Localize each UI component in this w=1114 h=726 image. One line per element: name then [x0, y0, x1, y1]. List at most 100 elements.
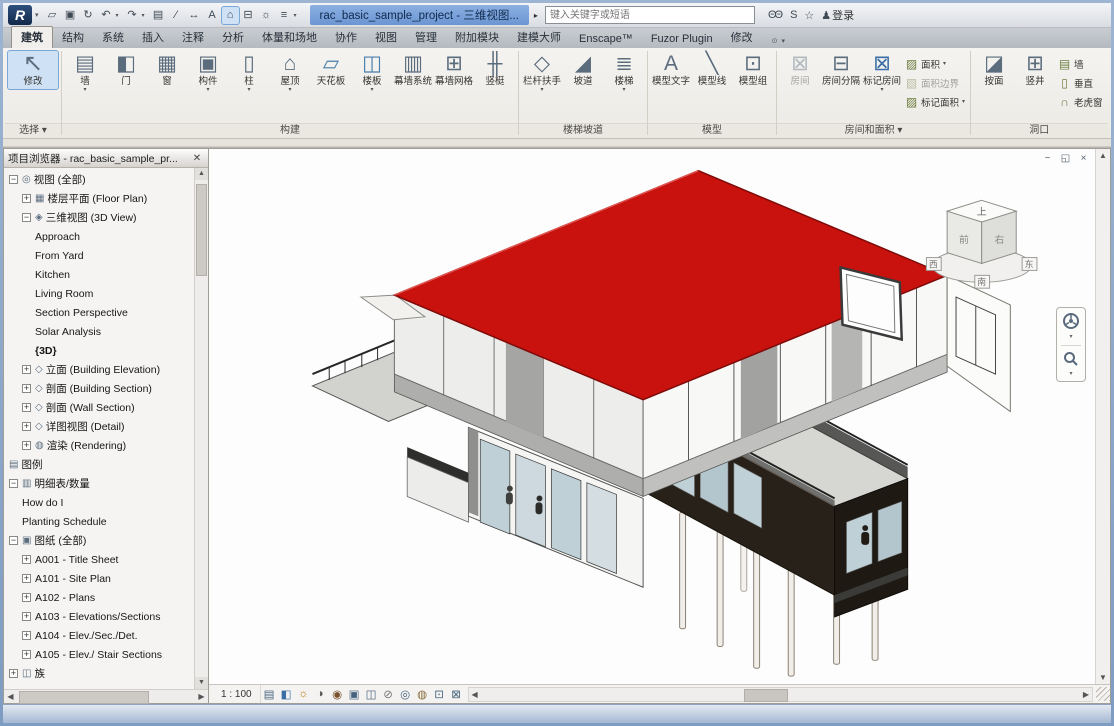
ribbon-button-floor[interactable]: ◫楼板▾ [352, 51, 392, 94]
tree-item[interactable]: −◎视图 (全部) [4, 170, 194, 189]
crop-region-icon[interactable]: ◫ [363, 687, 380, 701]
tree-item[interactable]: From Yard [4, 246, 194, 265]
help-search-input[interactable] [545, 6, 755, 24]
ribbon-button-dormer[interactable]: ∩老虎窗 [1056, 92, 1105, 111]
tree-item[interactable]: Section Perspective [4, 303, 194, 322]
expand-icon[interactable]: + [22, 365, 31, 374]
communication-center-icon[interactable]: S [790, 9, 795, 21]
scroll-down-icon[interactable]: ▼ [1096, 671, 1110, 684]
tab-建模大师[interactable]: 建模大师 [508, 27, 570, 48]
scroll-track[interactable] [195, 180, 208, 677]
close-view-icon[interactable]: × [1077, 152, 1090, 165]
scroll-up-icon[interactable]: ▲ [195, 168, 208, 180]
scroll-track[interactable] [481, 689, 1080, 700]
canvas-hscrollbar[interactable]: ◀ ▶ [468, 687, 1093, 702]
tree-item[interactable]: Kitchen [4, 265, 194, 284]
ribbon-button-tag-room[interactable]: ⊠标记房间▾ [862, 51, 902, 94]
tree-item[interactable]: +◇剖面 (Building Section) [4, 379, 194, 398]
ribbon-button-room[interactable]: ⊠房间 [780, 51, 820, 89]
tree-item[interactable]: Living Room [4, 284, 194, 303]
crop-view-icon[interactable]: ▣ [346, 687, 363, 701]
ribbon-button-curtain-grid[interactable]: ⊞幕墙网格 [434, 51, 474, 89]
tree-item[interactable]: −▣图纸 (全部) [4, 531, 194, 550]
tree-item[interactable]: +A104 - Elev./Sec./Det. [4, 626, 194, 645]
project-browser-hscrollbar[interactable]: ◀ ▶ [4, 689, 208, 703]
ribbon-button-shaft[interactable]: ⊞竖井 [1015, 51, 1055, 89]
application-menu-dropdown-icon[interactable]: ▾ [35, 11, 39, 19]
tree-item[interactable]: Planting Schedule [4, 512, 194, 531]
tab-管理[interactable]: 管理 [406, 27, 446, 48]
sign-in-button[interactable]: 登录 [832, 7, 854, 23]
ribbon-button-ramp[interactable]: ◢坡道 [563, 51, 603, 89]
tree-item[interactable]: Approach [4, 227, 194, 246]
ribbon-button-component[interactable]: ▣构件▾ [188, 51, 228, 94]
ribbon-button-room-separator[interactable]: ⊟房间分隔 [821, 51, 861, 89]
ribbon-options-icon[interactable]: ⊙ [772, 37, 778, 45]
expand-icon[interactable]: + [22, 422, 31, 431]
ribbon-button-model-line[interactable]: ╲模型线 [692, 51, 732, 89]
rendering-dialog-icon[interactable]: ◉ [329, 687, 346, 701]
expand-icon[interactable]: + [22, 403, 31, 412]
collapse-icon[interactable]: − [9, 536, 18, 545]
visual-style-icon[interactable]: ◧ [278, 687, 295, 701]
scroll-left-icon[interactable]: ◀ [4, 692, 17, 701]
undo-icon[interactable]: ↶ [98, 7, 115, 24]
thin-lines-icon[interactable]: ≡ [276, 7, 293, 24]
zoom-dropdown-icon[interactable]: ▾ [1069, 370, 1072, 377]
scroll-left-icon[interactable]: ◀ [469, 690, 481, 699]
unlocked-view-icon[interactable]: ⊘ [380, 687, 397, 701]
ribbon-minimize-icon[interactable]: ▾ [781, 37, 785, 45]
ribbon-button-tag-area[interactable]: ▨标记面积▾ [903, 92, 967, 111]
collapse-icon[interactable]: − [9, 479, 18, 488]
tree-item[interactable]: −◈三维视图 (3D View) [4, 208, 194, 227]
ribbon-button-model-text[interactable]: A模型文字 [651, 51, 691, 89]
expand-icon[interactable]: + [9, 669, 18, 678]
shadows-icon[interactable]: ◑ [312, 688, 329, 700]
title-dropdown-icon[interactable]: ▸ [534, 11, 538, 20]
tree-item[interactable]: +A101 - Site Plan [4, 569, 194, 588]
show-constraints-icon[interactable]: ⊠ [448, 687, 465, 701]
ribbon-button-wall[interactable]: ▤墙▾ [65, 51, 105, 94]
resize-grip[interactable] [1096, 687, 1110, 701]
save-icon[interactable]: ▣ [62, 7, 79, 24]
scroll-track[interactable] [17, 691, 195, 702]
redo-dropdown-icon[interactable]: ▾ [142, 12, 149, 19]
ribbon-button-area[interactable]: ▨面积▾ [903, 54, 967, 73]
tab-结构[interactable]: 结构 [53, 27, 93, 48]
ribbon-button-modify[interactable]: ↖修改 [8, 51, 58, 89]
ribbon-button-column[interactable]: ▯柱▾ [229, 51, 269, 94]
tree-item[interactable]: +◍渲染 (Rendering) [4, 436, 194, 455]
reveal-hidden-elements-icon[interactable]: ◍ [414, 687, 431, 701]
zoom-icon[interactable] [1063, 351, 1079, 367]
tree-item[interactable]: +▦楼层平面 (Floor Plan) [4, 189, 194, 208]
ribbon-button-roof[interactable]: ⌂屋顶▾ [270, 51, 310, 94]
expand-icon[interactable]: + [22, 631, 31, 640]
ribbon-button-by-face[interactable]: ◪按面 [974, 51, 1014, 89]
tree-item[interactable]: Solar Analysis [4, 322, 194, 341]
project-browser-vscrollbar[interactable]: ▲ ▼ [194, 168, 208, 689]
canvas-vscrollbar[interactable]: ▲ ▼ [1095, 149, 1110, 684]
scroll-down-icon[interactable]: ▼ [195, 677, 208, 689]
expand-icon[interactable]: + [22, 650, 31, 659]
ribbon-button-railing[interactable]: ◇栏杆扶手▾ [522, 51, 562, 94]
expand-icon[interactable]: + [22, 593, 31, 602]
steering-wheel-icon[interactable] [1062, 312, 1080, 330]
aligned-dimension-icon[interactable]: ↔ [186, 7, 203, 24]
measure-icon[interactable]: ∕ [168, 7, 185, 24]
tree-item[interactable]: How do I [4, 493, 194, 512]
detail-level-icon[interactable]: ▤ [261, 687, 278, 701]
tab-插入[interactable]: 插入 [133, 27, 173, 48]
ribbon-button-window[interactable]: ▦窗 [147, 51, 187, 89]
favorites-icon[interactable]: ☆ [804, 9, 812, 22]
view-cube[interactable]: 西 东 南 上 前 右 [926, 200, 1037, 288]
open-icon[interactable]: ▱ [44, 7, 61, 24]
scroll-thumb[interactable] [196, 184, 207, 276]
scroll-right-icon[interactable]: ▶ [195, 692, 208, 701]
expand-icon[interactable]: + [22, 441, 31, 450]
scroll-thumb[interactable] [19, 691, 149, 704]
scroll-track[interactable] [1096, 162, 1110, 671]
redo-icon[interactable]: ↷ [124, 7, 141, 24]
tab-视图[interactable]: 视图 [366, 27, 406, 48]
scroll-right-icon[interactable]: ▶ [1080, 690, 1092, 699]
tree-item[interactable]: +A001 - Title Sheet [4, 550, 194, 569]
